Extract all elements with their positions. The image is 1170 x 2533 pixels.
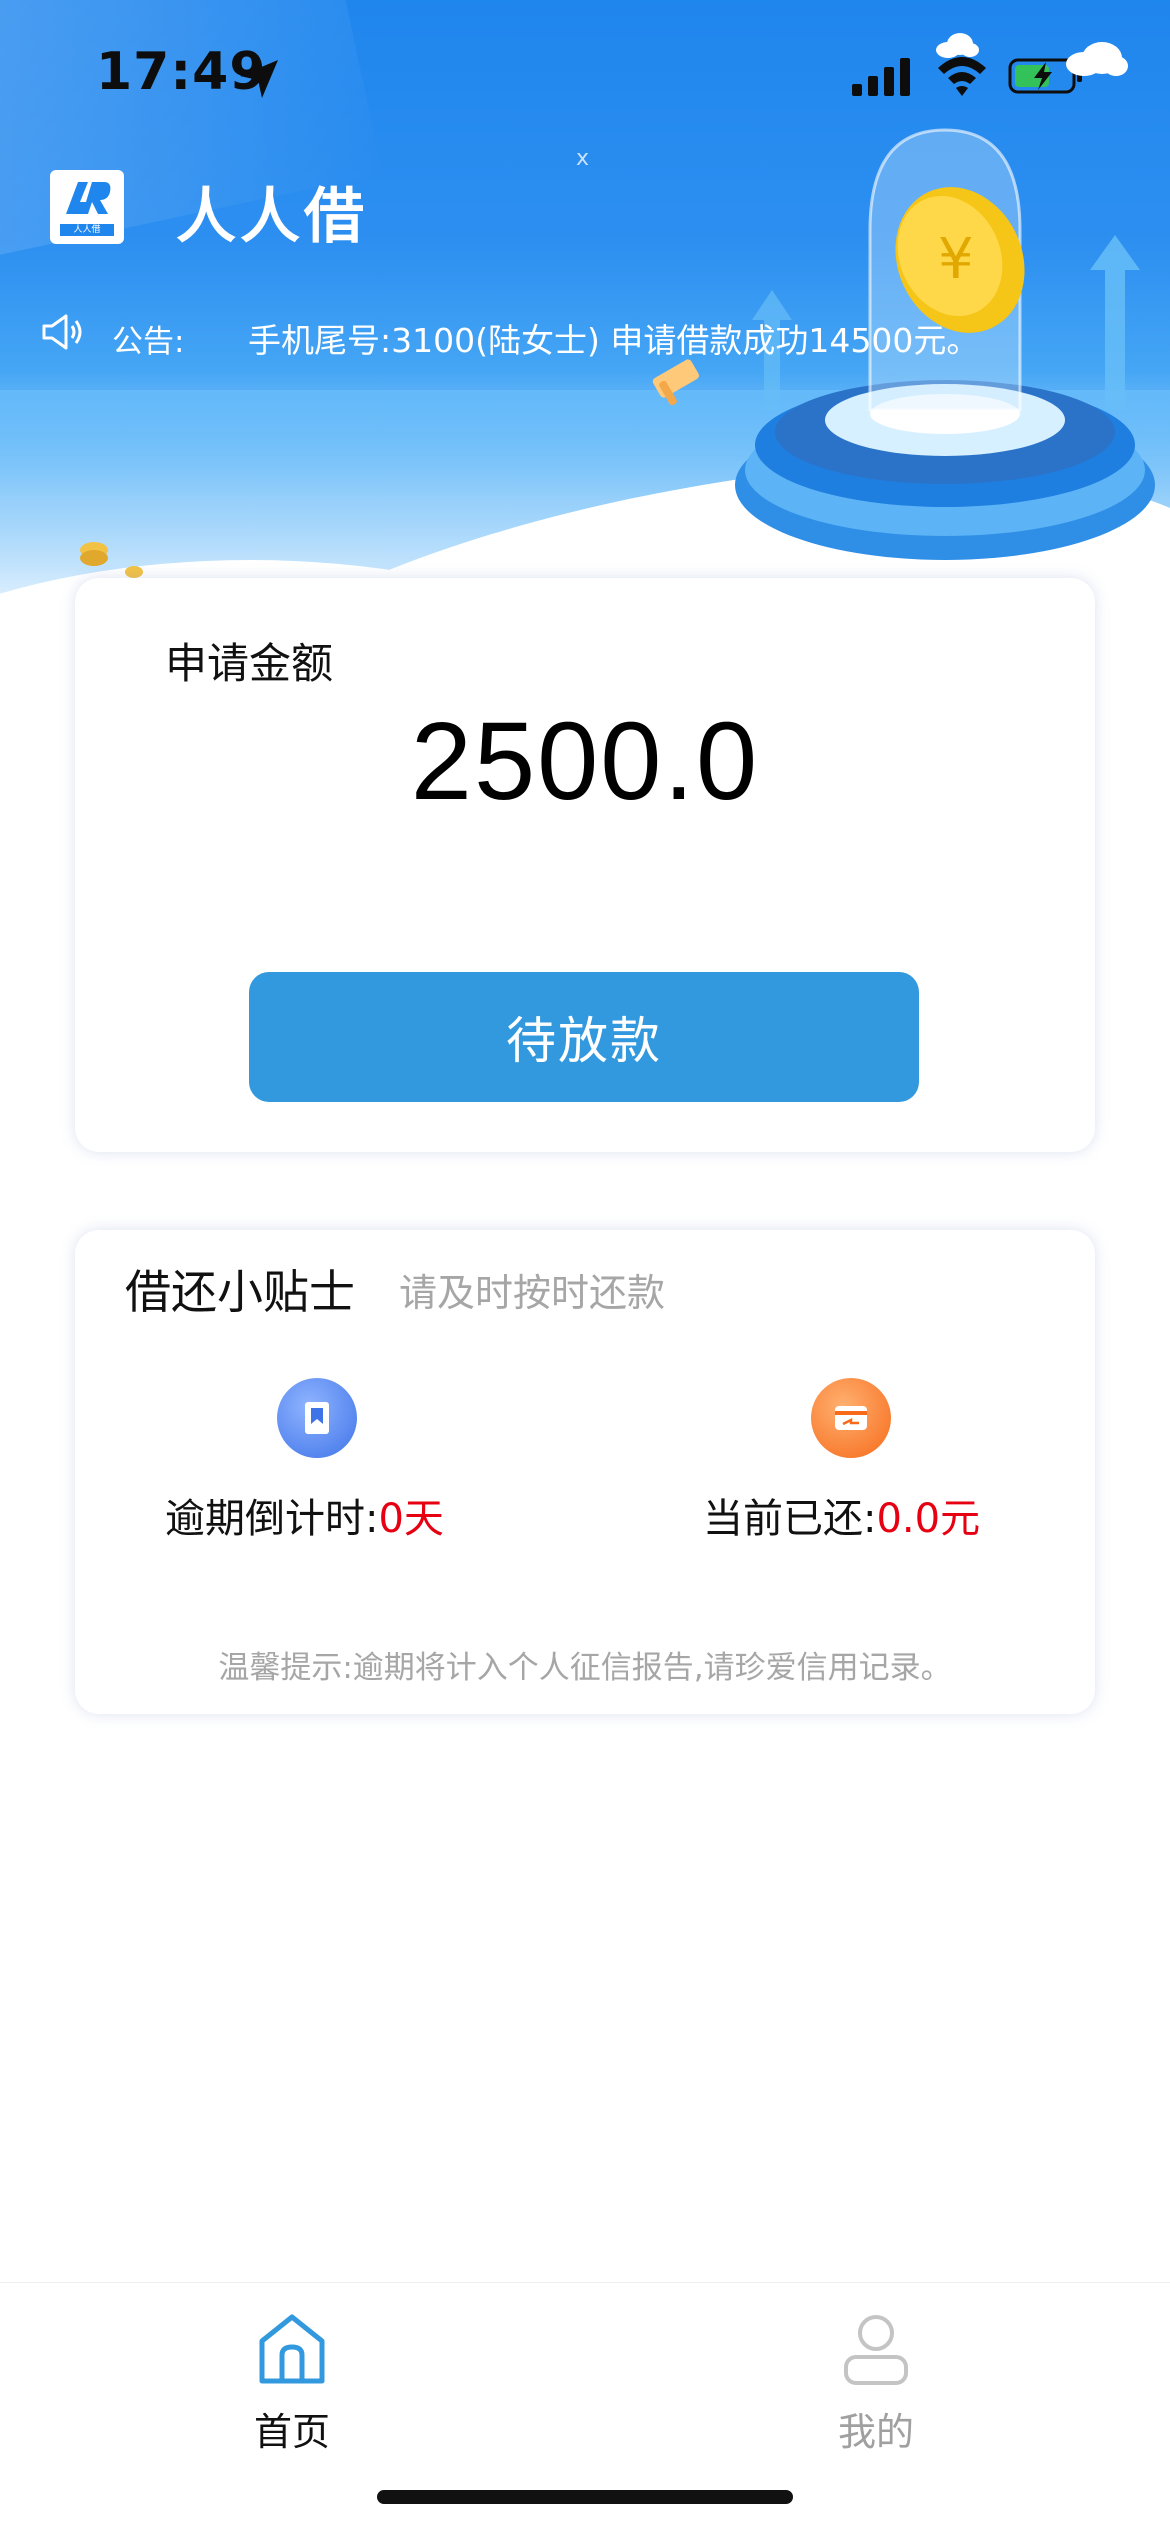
repaid-amount: 当前已还:0.0元 xyxy=(703,1486,980,1544)
app-title: 人人借 xyxy=(176,182,368,252)
loan-status-button[interactable]: 待放款 xyxy=(249,972,919,1102)
notice-marquee-text: 手机尾号:3100(陆女士) 申请借款成功14500元。 xyxy=(248,321,980,360)
overdue-countdown: 逾期倒计时:0天 xyxy=(165,1486,444,1544)
person-icon xyxy=(844,2315,908,2385)
tab-home[interactable]: 首页 xyxy=(192,2297,392,2467)
megaphone-icon xyxy=(42,314,82,350)
cloud-decoration xyxy=(1066,42,1128,76)
tab-mine-label: 我的 xyxy=(837,2410,914,2454)
svg-text:¥: ¥ xyxy=(938,227,974,292)
logo-subtitle: 人人借 xyxy=(60,224,114,236)
repaid-amount-label: 当前已还: xyxy=(703,1496,877,1542)
logo-mark-icon xyxy=(66,182,111,214)
app-logo: 人人借 xyxy=(50,170,124,244)
close-button[interactable]: x xyxy=(576,146,589,171)
coins-decoration xyxy=(80,542,143,578)
amount-value: 2500.0 xyxy=(410,700,760,823)
home-indicator xyxy=(377,2490,793,2504)
tips-subtitle: 请及时按时还款 xyxy=(399,1271,666,1315)
cellular-signal-icon xyxy=(852,58,910,96)
overdue-countdown-label: 逾期倒计时: xyxy=(165,1496,379,1542)
location-arrow-icon xyxy=(240,60,278,98)
repaid-amount-value: 0.0元 xyxy=(876,1496,981,1542)
amount-label: 申请金额 xyxy=(165,639,334,688)
bookmark-icon xyxy=(277,1378,357,1458)
cloud-decoration-small xyxy=(936,33,979,58)
card-icon xyxy=(811,1378,891,1458)
notice-label: 公告: xyxy=(112,324,185,360)
tab-home-label: 首页 xyxy=(253,2410,330,2454)
tab-mine[interactable]: 我的 xyxy=(776,2297,976,2467)
tips-title: 借还小贴士 xyxy=(125,1265,355,1319)
home-icon xyxy=(259,2314,325,2384)
overdue-countdown-value: 0天 xyxy=(378,1496,444,1542)
repayment-tips-card: 借还小贴士 请及时按时还款 逾期倒计时:0天 当前已还:0.0元 温馨提示:逾期… xyxy=(75,1230,1095,1714)
loan-amount-card: 申请金额 2500.0 待放款 xyxy=(75,578,1095,1152)
credit-warning-note: 温馨提示:逾期将计入个人征信报告,请珍爱信用记录。 xyxy=(218,1650,952,1686)
